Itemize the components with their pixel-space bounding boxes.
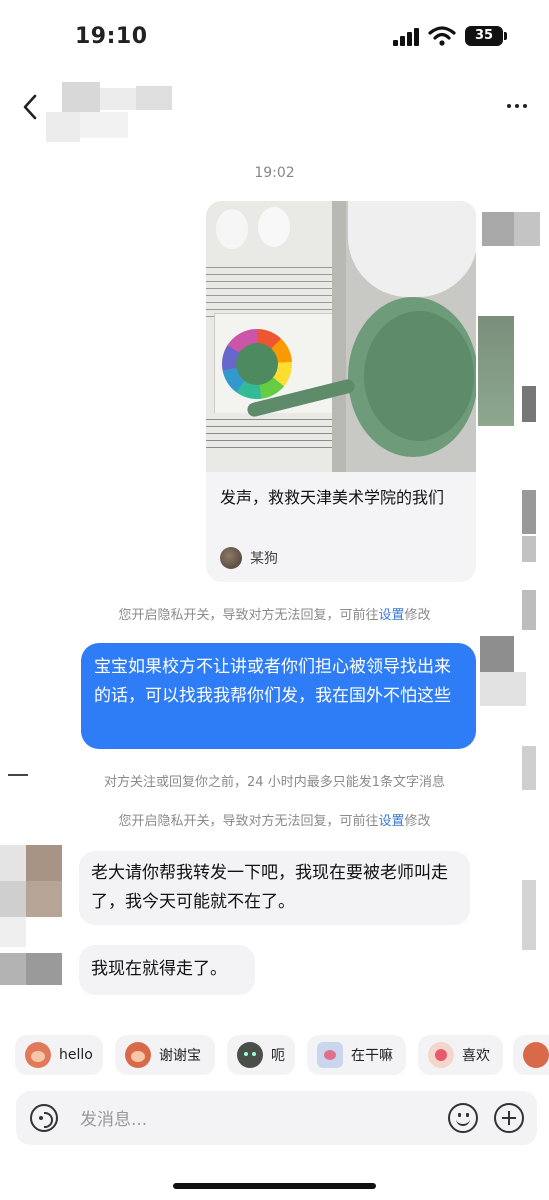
monkey-emoji-icon [25, 1042, 51, 1068]
home-indicator [173, 1183, 376, 1189]
quick-reply-thanks[interactable]: 谢谢宝 [115, 1035, 215, 1075]
post-author: 某狗 [250, 551, 278, 567]
privacy-notice-suffix: 修改 [404, 608, 431, 623]
plus-icon[interactable] [494, 1103, 524, 1133]
privacy-notice-suffix: 修改 [404, 814, 431, 829]
monkey-emoji-icon [125, 1042, 151, 1068]
quick-reply-hello[interactable]: hello [15, 1035, 103, 1075]
signal-icon [393, 28, 421, 46]
quick-reply-label: 喜欢 [462, 1048, 490, 1064]
cat-emoji-icon [237, 1042, 263, 1068]
message-input-bar: 发消息... [16, 1091, 537, 1145]
quick-reply-like[interactable]: 喜欢 [418, 1035, 503, 1075]
incoming-message-bubble[interactable]: 老大请你帮我转发一下吧，我现在要被老师叫走了，我今天可能就不在了。 [79, 851, 470, 925]
battery-indicator: 35 [465, 26, 503, 46]
quick-reply-label: 在干嘛 [351, 1048, 393, 1064]
privacy-notice-text: 您开启隐私开关，导致对方无法回复，可前往 [118, 608, 379, 623]
battery-cap [504, 32, 507, 40]
monkey-emoji-icon [523, 1042, 549, 1068]
quick-reply-label: hello [59, 1047, 93, 1063]
incoming-message-bubble[interactable]: 我现在就得走了。 [79, 945, 255, 995]
message-limit-notice: 对方关注或回复你之前，24 小时内最多只能发1条文字消息 [104, 775, 445, 790]
quick-reply-label: 呃 [271, 1048, 285, 1064]
more-options-icon[interactable] [500, 96, 534, 116]
quick-reply-more[interactable] [513, 1035, 549, 1075]
emoji-icon[interactable] [448, 1103, 478, 1133]
author-avatar [220, 547, 242, 569]
self-avatar-blurred [478, 190, 549, 970]
post-thumbnail [206, 201, 476, 472]
face-emoji-icon [317, 1042, 343, 1068]
privacy-notice-text: 您开启隐私开关，导致对方无法回复，可前往 [118, 814, 379, 829]
message-input[interactable]: 发消息... [80, 1105, 147, 1130]
privacy-notice: 您开启隐私开关，导致对方无法回复，可前往设置修改 [0, 810, 549, 829]
quick-reply-uh[interactable]: 呃 [227, 1035, 295, 1075]
message-timestamp: 19:02 [254, 165, 295, 181]
contact-avatar-blurred [0, 845, 70, 1025]
quick-reply-what-doing[interactable]: 在干嘛 [307, 1035, 406, 1075]
back-arrow-icon[interactable] [18, 92, 44, 122]
contact-name-blurred [46, 82, 172, 142]
shared-post-card[interactable]: 发声，救救天津美术学院的我们 某狗 [206, 201, 476, 582]
wifi-icon [428, 26, 456, 46]
outgoing-message-bubble[interactable]: 宝宝如果校方不让讲或者你们担心被领导找出来的话，可以找我我帮你们发，我在国外不怕… [81, 643, 476, 749]
settings-link[interactable]: 设置 [378, 814, 404, 829]
post-title: 发声，救救天津美术学院的我们 [220, 488, 445, 507]
heart-emoji-icon [428, 1042, 454, 1068]
voice-icon[interactable] [30, 1104, 58, 1132]
privacy-notice: 您开启隐私开关，导致对方无法回复，可前往设置修改 [0, 604, 549, 623]
quick-reply-label: 谢谢宝 [159, 1048, 201, 1064]
settings-link[interactable]: 设置 [378, 608, 404, 623]
status-time: 19:10 [75, 24, 148, 49]
